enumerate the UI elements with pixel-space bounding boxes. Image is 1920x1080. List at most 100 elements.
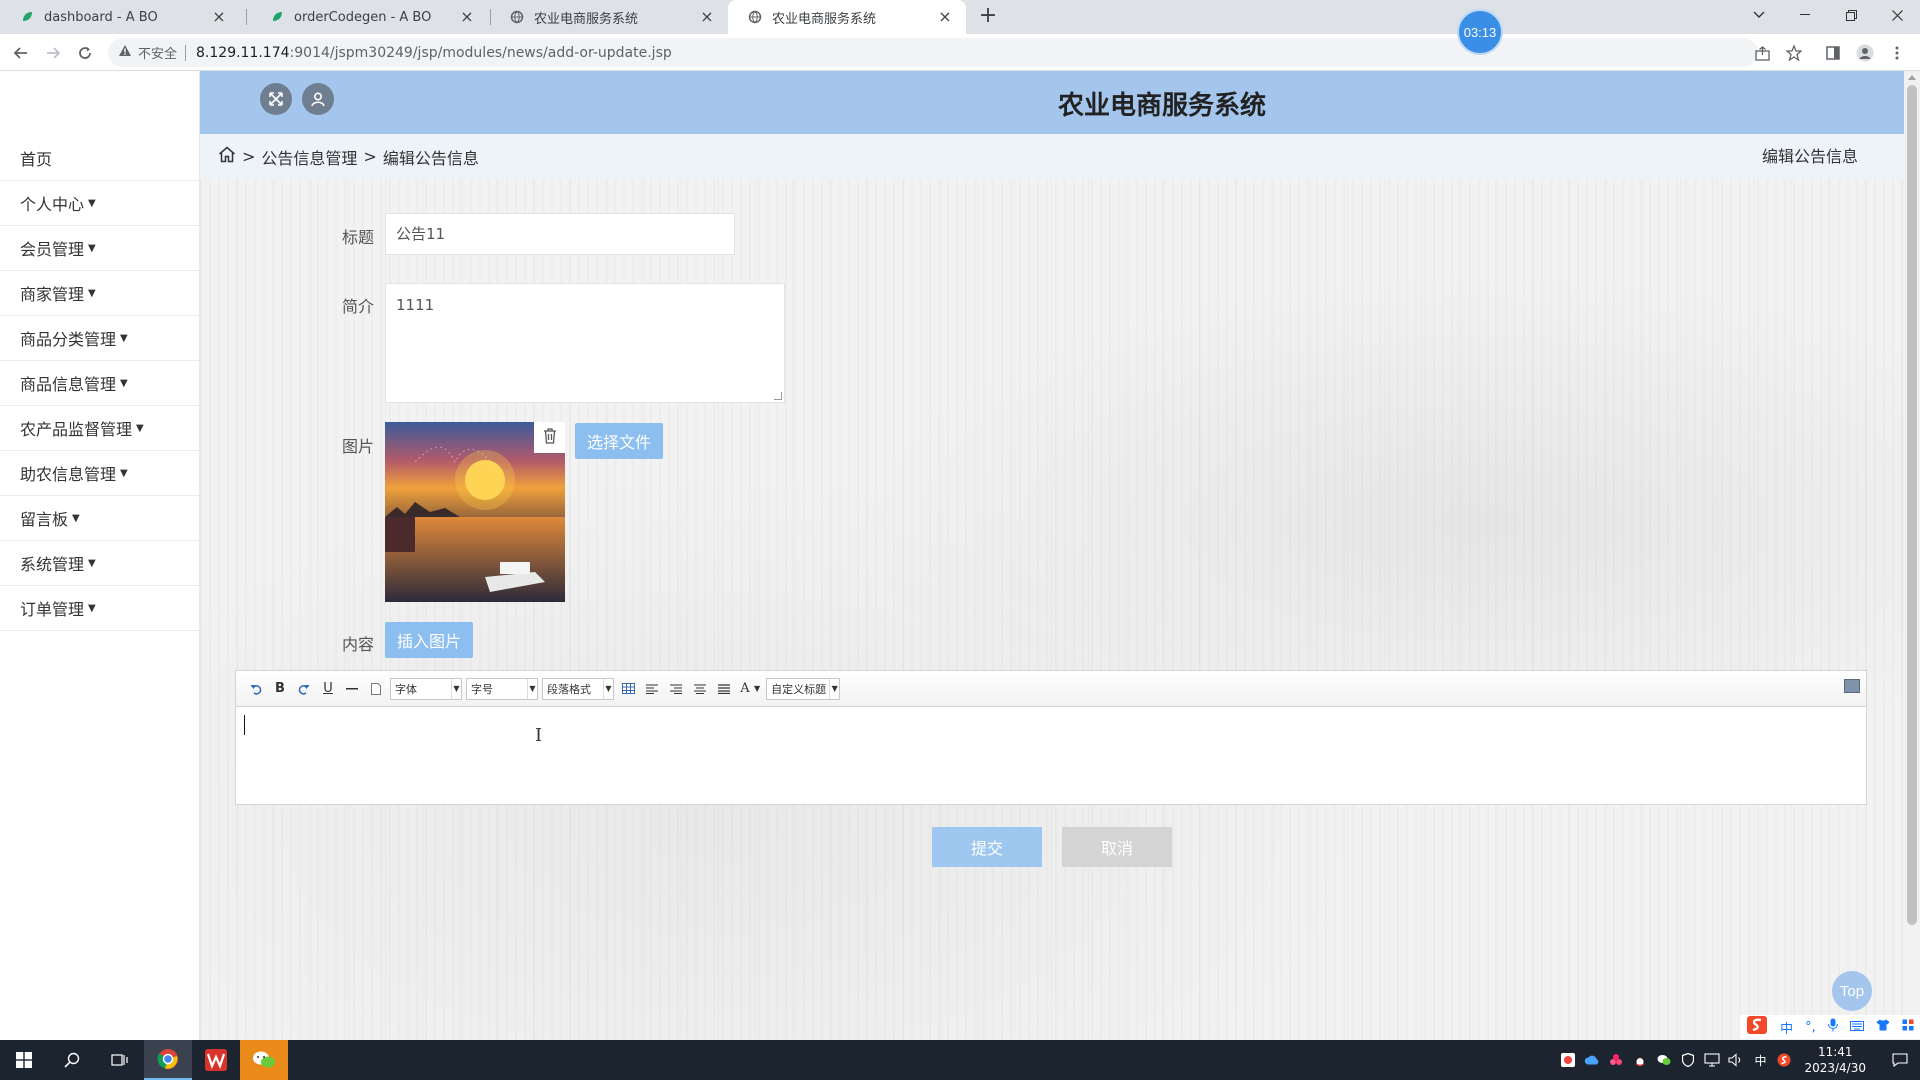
submit-button[interactable]: 提交 (932, 827, 1042, 867)
share-icon[interactable] (1751, 42, 1773, 64)
home-icon[interactable] (218, 146, 236, 167)
side-panel-icon[interactable] (1822, 42, 1844, 64)
sidebar-item-produce-supervision[interactable]: 农产品监督管理 ▼ (0, 406, 199, 451)
document-icon[interactable] (364, 678, 388, 700)
close-icon[interactable]: × (458, 8, 476, 26)
bookmark-star-icon[interactable] (1783, 42, 1805, 64)
tray-chat-icon[interactable] (1652, 1040, 1676, 1080)
new-tab-button[interactable]: + (976, 5, 1000, 29)
tray-app-icon[interactable] (1556, 1040, 1580, 1080)
scroll-thumb[interactable] (1907, 85, 1917, 925)
ime-language-toggle[interactable]: 中 (1780, 1018, 1793, 1037)
url-separator (185, 44, 187, 61)
microphone-icon[interactable] (1827, 1018, 1838, 1036)
url-bar[interactable]: 不安全 8.129.11.174:9014/jspm30249/jsp/modu… (108, 38, 1758, 67)
caret-down-icon: ▼ (120, 467, 128, 479)
browser-tab-dashboard[interactable]: dashboard - A BO × (0, 0, 240, 34)
taskbar-clock[interactable]: 11:41 2023/4/30 (1804, 1044, 1866, 1076)
wps-office-icon[interactable] (192, 1040, 240, 1080)
back-to-top-button[interactable]: Top (1832, 971, 1872, 1011)
sidebar-item-product-categories[interactable]: 商品分类管理 ▼ (0, 316, 199, 361)
align-left-icon[interactable] (640, 678, 664, 700)
resize-grip-icon[interactable] (774, 392, 782, 400)
input-language-indicator[interactable]: 中 (1748, 1040, 1772, 1080)
network-icon[interactable] (1700, 1040, 1724, 1080)
undo-icon[interactable] (244, 678, 268, 700)
chrome-taskbar-icon[interactable] (144, 1040, 192, 1080)
intro-textarea[interactable]: 1111 (385, 283, 785, 403)
insert-image-button[interactable]: 插入图片 (385, 622, 473, 658)
leaf-icon (20, 10, 34, 24)
security-shield-icon[interactable] (1676, 1040, 1700, 1080)
warning-icon[interactable] (118, 44, 132, 61)
bold-icon[interactable]: B (268, 678, 292, 700)
minimize-icon[interactable] (1782, 0, 1828, 30)
qq-penguin-icon[interactable] (1628, 1040, 1652, 1080)
sidebar-item-orders[interactable]: 订单管理 ▼ (0, 586, 199, 631)
align-justify-icon[interactable] (712, 678, 736, 700)
url-host: 8.129.11.174 (196, 44, 290, 61)
table-icon[interactable] (616, 678, 640, 700)
apps-grid-icon[interactable] (1902, 1019, 1914, 1035)
cancel-button[interactable]: 取消 (1062, 827, 1172, 867)
insecure-label[interactable]: 不安全 (138, 43, 177, 62)
onedrive-cloud-icon[interactable] (1580, 1040, 1604, 1080)
search-icon[interactable] (48, 1040, 96, 1080)
dropdown-arrow-icon[interactable]: ▼ (754, 684, 760, 693)
delete-image-button[interactable] (534, 422, 565, 453)
sidebar-item-product-info[interactable]: 商品信息管理 ▼ (0, 361, 199, 406)
close-icon[interactable]: × (936, 8, 954, 26)
close-icon[interactable]: × (698, 8, 716, 26)
browser-tab-app-active[interactable]: 农业电商服务系统 × (728, 0, 966, 34)
custom-heading-select[interactable]: 自定义标题 ▼ (766, 677, 841, 700)
wechat-taskbar-icon[interactable] (240, 1040, 288, 1080)
sidebar-item-members[interactable]: 会员管理 ▼ (0, 226, 199, 271)
align-right-icon[interactable] (664, 678, 688, 700)
redo-icon[interactable] (292, 678, 316, 700)
align-center-icon[interactable] (688, 678, 712, 700)
sidebar-item-personal-center[interactable]: 个人中心 ▼ (0, 181, 199, 226)
breadcrumb-notice-management[interactable]: 公告信息管理 (261, 145, 357, 169)
sogou-logo-icon[interactable] (1746, 1015, 1768, 1039)
browser-tab-app-1[interactable]: 农业电商服务系统 × (490, 0, 728, 34)
recording-timer-badge[interactable]: 03:13 (1457, 9, 1503, 55)
underline-icon[interactable]: U (316, 678, 340, 700)
sidebar-item-message-board[interactable]: 留言板 ▼ (0, 496, 199, 541)
paragraph-format-select[interactable]: 段落格式 ▼ (542, 677, 614, 700)
restore-icon[interactable] (1828, 0, 1874, 30)
volume-icon[interactable] (1724, 1040, 1748, 1080)
tab-search-icon[interactable] (1736, 0, 1782, 30)
font-size-select[interactable]: 字号 ▼ (466, 677, 538, 700)
windows-start-icon[interactable] (0, 1040, 48, 1080)
forward-icon[interactable] (40, 40, 66, 66)
title-input[interactable]: 公告11 (385, 213, 735, 255)
back-icon[interactable] (8, 40, 34, 66)
font-family-select[interactable]: 字体 ▼ (390, 677, 462, 700)
notification-center-icon[interactable] (1880, 1040, 1920, 1080)
editor-fullscreen-icon[interactable] (1844, 679, 1860, 693)
sidebar-item-system[interactable]: 系统管理 ▼ (0, 541, 199, 586)
sidebar-item-farm-aid-info[interactable]: 助农信息管理 ▼ (0, 451, 199, 496)
keyboard-icon[interactable] (1849, 1020, 1864, 1035)
task-view-icon[interactable] (96, 1040, 144, 1080)
sidebar-item-home[interactable]: 首页 (0, 136, 199, 181)
sogou-tray-icon[interactable] (1772, 1040, 1796, 1080)
editor-content-area[interactable] (244, 715, 245, 735)
horizontal-rule-icon[interactable] (340, 678, 364, 700)
profile-icon[interactable] (1854, 42, 1876, 64)
font-color-icon[interactable]: A (736, 678, 754, 700)
sidebar-item-merchants[interactable]: 商家管理 ▼ (0, 271, 199, 316)
reload-icon[interactable] (72, 40, 98, 66)
skin-shirt-icon[interactable] (1876, 1019, 1890, 1035)
browser-tab-ordercodegen[interactable]: orderCodegen - A BO × (250, 0, 488, 34)
kebab-menu-icon[interactable] (1886, 42, 1908, 64)
close-window-icon[interactable] (1874, 0, 1920, 30)
close-icon[interactable]: × (210, 8, 228, 26)
custom-heading-select-label: 自定义标题 (771, 682, 827, 696)
browser-toolbar: 不安全 8.129.11.174:9014/jspm30249/jsp/modu… (0, 34, 1920, 71)
scroll-up-arrow-icon[interactable] (1908, 75, 1916, 80)
page-scrollbar[interactable] (1904, 71, 1920, 1040)
choose-file-button[interactable]: 选择文件 (575, 423, 663, 459)
tray-flower-icon[interactable] (1604, 1040, 1628, 1080)
ime-punctuation-icon[interactable]: °, (1805, 1020, 1816, 1035)
